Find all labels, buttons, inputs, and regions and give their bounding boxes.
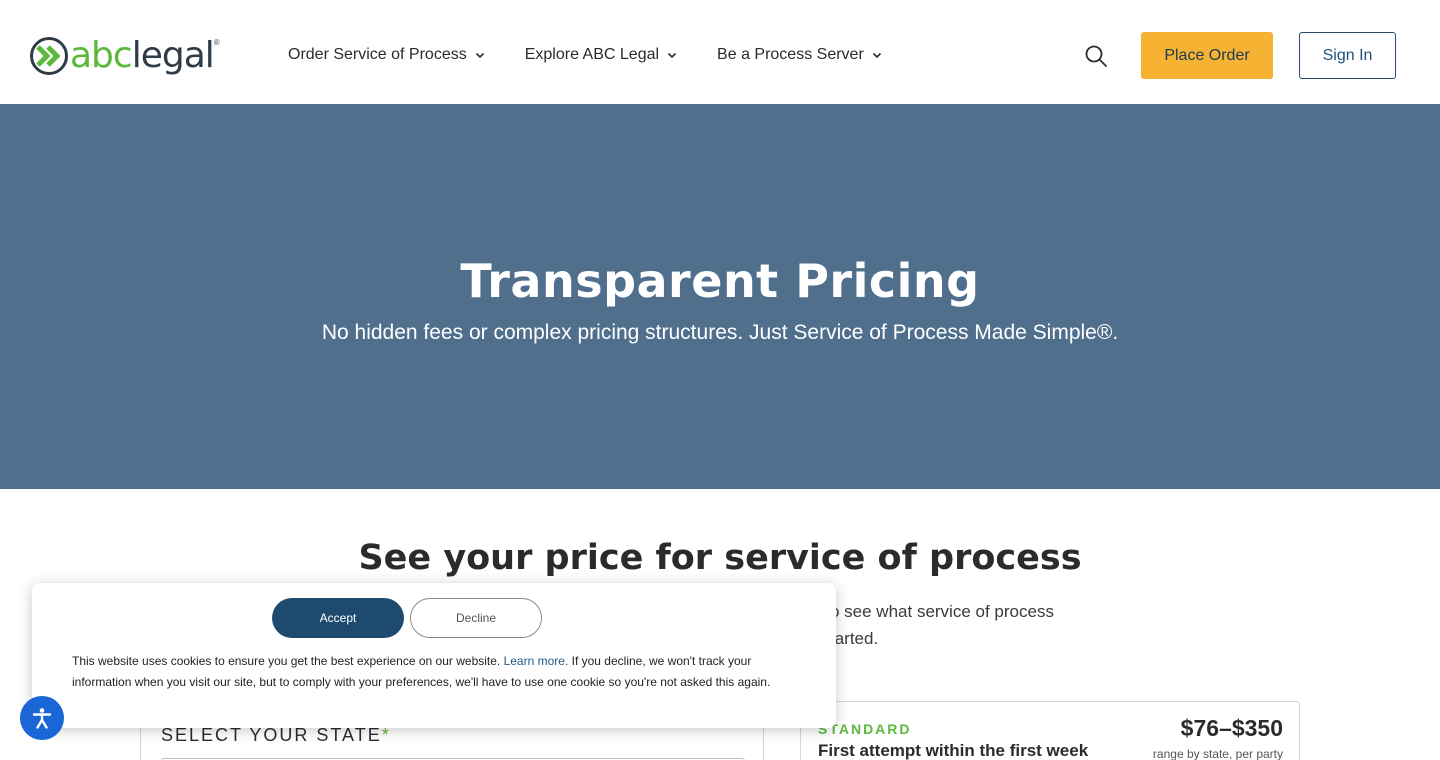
hero-banner: Transparent Pricing No hidden fees or co…: [0, 104, 1440, 489]
required-mark: *: [381, 725, 391, 745]
hero-title: Transparent Pricing: [460, 254, 980, 308]
pricing-section-title: See your price for service of process: [358, 538, 1082, 578]
main-nav: Order Service of Process Explore ABC Leg…: [288, 44, 882, 66]
price-tier-description: First attempt within the first week: [818, 741, 1089, 760]
pricing-section-description: o see what service of process tarted.: [830, 598, 1110, 652]
logo-wordmark: abclegal: [70, 35, 215, 76]
standard-price-card[interactable]: STANDARD First attempt within the first …: [800, 701, 1300, 760]
cookie-message: This website uses cookies to ensure you …: [72, 651, 772, 693]
nav-order-service-of-process[interactable]: Order Service of Process: [288, 44, 485, 66]
select-state-label: SELECT YOUR STATE*: [161, 725, 391, 746]
sign-in-button[interactable]: Sign In: [1299, 32, 1396, 79]
nav-label: Order Service of Process: [288, 46, 467, 63]
logo-registered-mark: ®: [213, 38, 220, 47]
chevron-down-icon: [667, 52, 677, 59]
site-header: abclegal ® Order Service of Process Expl…: [0, 0, 1440, 104]
place-order-button[interactable]: Place Order: [1141, 32, 1273, 79]
nav-label: Be a Process Server: [717, 46, 864, 63]
nav-be-a-process-server[interactable]: Be a Process Server: [717, 44, 882, 66]
pricing-desc-line: tarted.: [830, 629, 879, 648]
chevron-down-icon: [475, 52, 484, 59]
hero-subtitle: No hidden fees or complex pricing struct…: [321, 321, 1119, 344]
decline-cookies-button[interactable]: Decline: [410, 598, 542, 638]
learn-more-link[interactable]: Learn more.: [504, 654, 569, 668]
nav-label: Explore ABC Legal: [524, 46, 660, 63]
cookie-consent-banner: Accept Decline This website uses cookies…: [32, 583, 836, 728]
nav-explore-abc-legal[interactable]: Explore ABC Legal: [525, 44, 677, 66]
price-range: $76–$350: [1180, 715, 1283, 741]
accessibility-icon: [32, 708, 52, 729]
cookie-text-start: This website uses cookies to ensure you …: [72, 654, 504, 668]
logo-legal-text: legal: [131, 35, 215, 76]
accessibility-widget-button[interactable]: [20, 696, 64, 740]
price-note: range by state, per party: [1152, 747, 1283, 760]
search-icon[interactable]: [1084, 44, 1108, 68]
accept-cookies-button[interactable]: Accept: [272, 598, 404, 638]
chevron-down-icon: [872, 52, 881, 59]
select-state-label-text: SELECT YOUR STATE: [161, 725, 382, 745]
logo-abc-text: abc: [70, 35, 133, 76]
logo-chevrons-icon: [30, 37, 68, 75]
abc-legal-logo[interactable]: abclegal ®: [30, 36, 225, 76]
pricing-desc-line: o see what service of process: [830, 602, 1054, 621]
